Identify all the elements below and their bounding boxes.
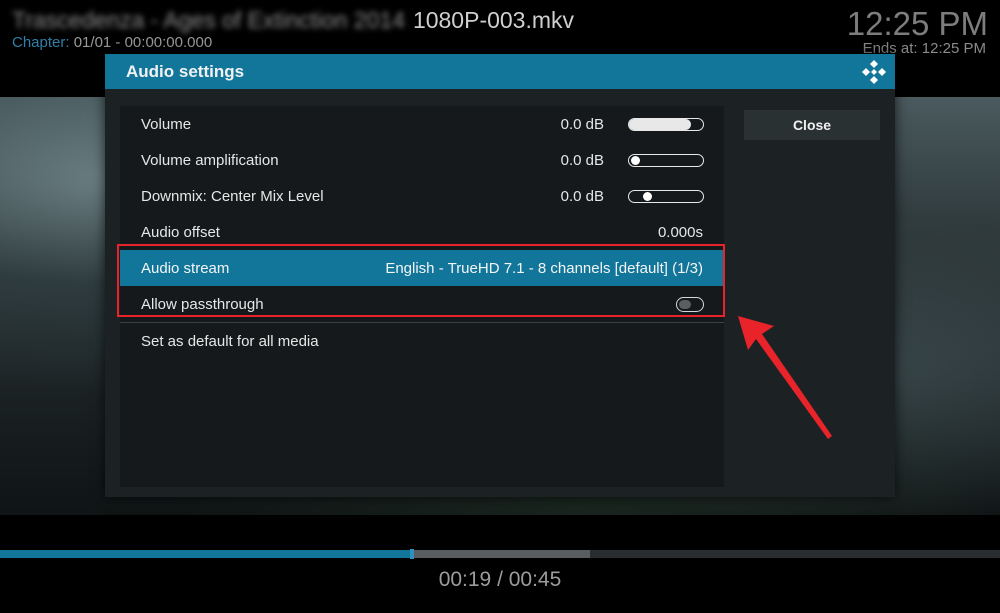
setting-value: 0.0 dB bbox=[560, 116, 604, 133]
media-title: Trascedenza - Ages of Extinction 2014 108… bbox=[12, 7, 574, 34]
setting-row-downmix[interactable]: Downmix: Center Mix Level 0.0 dB bbox=[120, 178, 724, 214]
slider-knob[interactable] bbox=[643, 192, 653, 201]
chapter-label: Chapter: bbox=[12, 34, 70, 51]
setting-row-set-default[interactable]: Set as default for all media bbox=[120, 323, 724, 359]
chapter-info: Chapter: 01/01 - 00:00:00.000 bbox=[12, 34, 212, 51]
slider-fill bbox=[629, 119, 691, 130]
setting-row-volume[interactable]: Volume 0.0 dB bbox=[120, 106, 724, 142]
setting-label: Downmix: Center Mix Level bbox=[141, 188, 324, 205]
setting-label: Audio offset bbox=[141, 224, 220, 241]
setting-row-volume-amplification[interactable]: Volume amplification 0.0 dB bbox=[120, 142, 724, 178]
slider-knob[interactable] bbox=[631, 156, 640, 165]
chapter-value: 01/01 - 00:00:00.000 bbox=[73, 34, 213, 51]
setting-value: 0.0 dB bbox=[560, 152, 604, 169]
time-display: 00:19 / 00:45 bbox=[438, 568, 562, 591]
seek-bar-handle[interactable] bbox=[410, 549, 414, 559]
media-title-blurred: Trascedenza - Ages of Extinction 2014 bbox=[12, 7, 405, 33]
media-title-suffix: 1080P-003.mkv bbox=[412, 7, 575, 33]
setting-value: 0.0 dB bbox=[560, 188, 604, 205]
downmix-slider[interactable] bbox=[628, 190, 704, 203]
dialog-title: Audio settings bbox=[126, 62, 245, 81]
seek-bar[interactable] bbox=[0, 549, 1000, 559]
red-arrow-icon bbox=[738, 316, 832, 439]
seek-bar-played bbox=[0, 550, 410, 558]
dialog-header: Audio settings bbox=[105, 54, 895, 89]
setting-label: Volume amplification bbox=[141, 152, 279, 169]
close-button[interactable]: Close bbox=[744, 110, 880, 140]
setting-label: Volume bbox=[141, 116, 192, 133]
annotation-highlight-box bbox=[117, 244, 725, 317]
kodi-logo-icon bbox=[862, 60, 886, 84]
setting-label: Set as default for all media bbox=[141, 333, 319, 350]
ends-at-value: 12:25 PM bbox=[921, 40, 986, 57]
clock: 12:25 PM bbox=[846, 5, 988, 42]
volume-amplification-slider[interactable] bbox=[628, 154, 704, 167]
setting-value: 0.000s bbox=[657, 224, 703, 241]
volume-slider[interactable] bbox=[628, 118, 704, 131]
slider-knob[interactable] bbox=[692, 120, 701, 129]
